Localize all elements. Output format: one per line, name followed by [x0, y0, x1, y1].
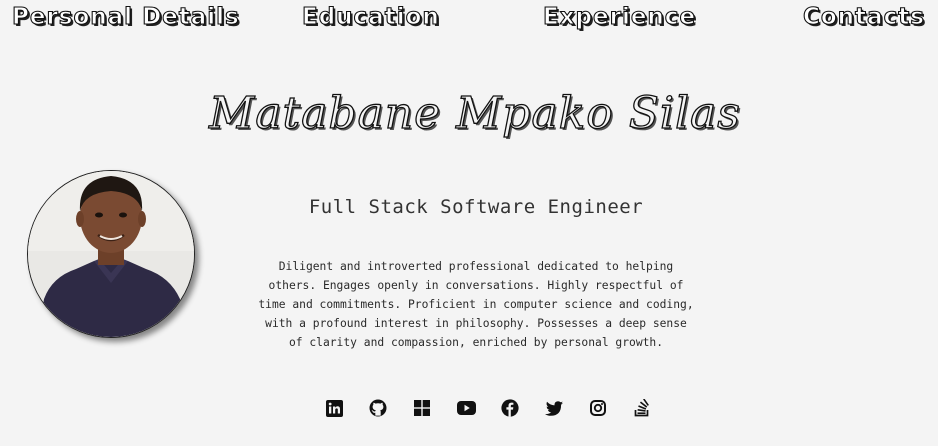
- social-links: [320, 397, 650, 419]
- github-icon: [369, 399, 387, 417]
- linkedin-link[interactable]: [323, 397, 345, 419]
- linkedin-icon: [325, 399, 343, 417]
- nav-personal-details[interactable]: Personal Details: [11, 3, 240, 30]
- youtube-link[interactable]: [455, 397, 477, 419]
- instagram-link[interactable]: [587, 397, 609, 419]
- facebook-link[interactable]: [499, 397, 521, 419]
- windows-link[interactable]: [411, 397, 433, 419]
- twitter-link[interactable]: [543, 397, 565, 419]
- youtube-icon: [456, 401, 476, 415]
- github-link[interactable]: [367, 397, 389, 419]
- top-nav: Personal Details Education Experience Co…: [0, 3, 938, 38]
- profile-bio: Diligent and introverted professional de…: [258, 260, 694, 349]
- nav-contacts[interactable]: Contacts: [802, 3, 925, 30]
- windows-icon: [414, 400, 430, 416]
- facebook-icon: [501, 399, 519, 417]
- nav-experience[interactable]: Experience: [542, 3, 696, 30]
- profile-photo: [27, 170, 195, 338]
- profile-role: Full Stack Software Engineer: [308, 196, 644, 218]
- instagram-icon: [590, 400, 606, 416]
- nav-education[interactable]: Education: [301, 3, 440, 30]
- profile-name: Matabane Mpako Silas: [209, 87, 741, 139]
- twitter-icon: [545, 400, 563, 416]
- stackoverflow-icon: [634, 399, 649, 417]
- stackoverflow-link[interactable]: [631, 397, 653, 419]
